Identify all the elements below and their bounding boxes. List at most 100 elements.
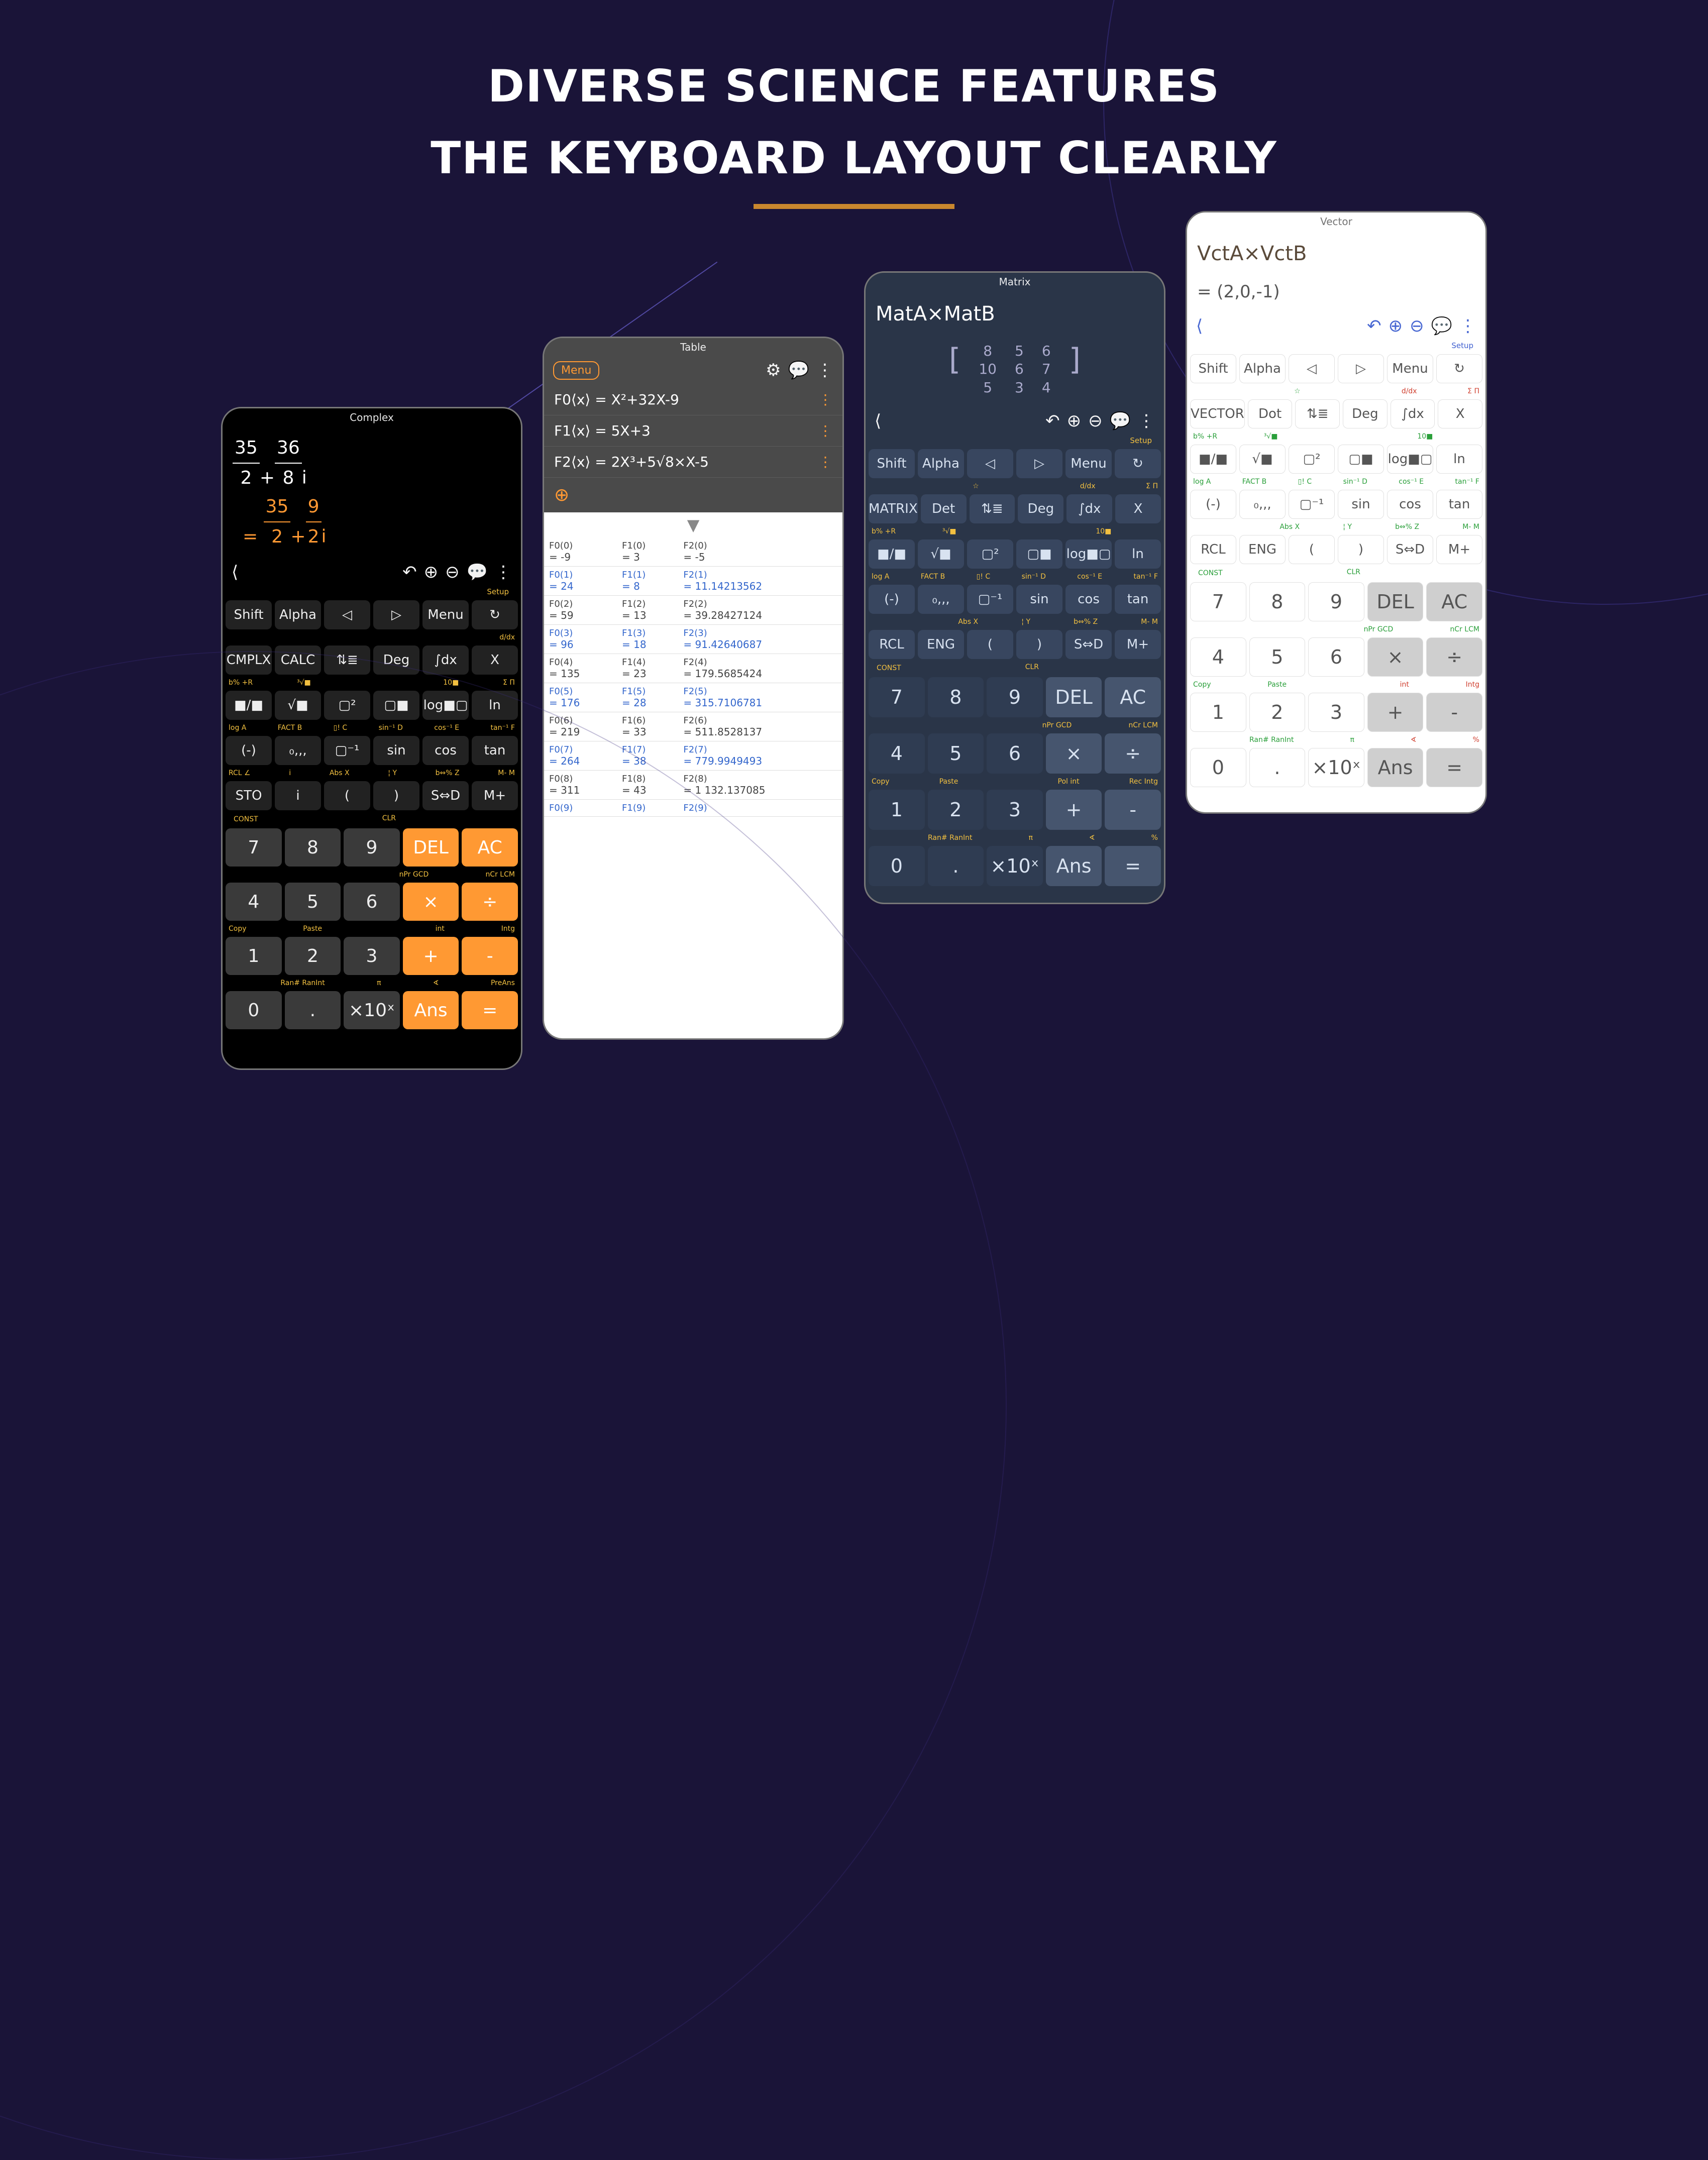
key-2[interactable]: 2 xyxy=(1249,693,1306,732)
key-ln[interactable]: ln xyxy=(1436,445,1482,474)
key-[interactable]: ÷ xyxy=(1105,733,1161,774)
key-alpha[interactable]: Alpha xyxy=(918,449,964,478)
key-0[interactable]: 0 xyxy=(1190,748,1246,787)
key-9[interactable]: 9 xyxy=(344,828,400,867)
key-[interactable]: ↻ xyxy=(472,600,518,629)
key-9[interactable]: 9 xyxy=(1308,582,1364,621)
back-icon[interactable]: ⟨ xyxy=(232,562,238,582)
key-[interactable]: ▢⁻¹ xyxy=(1289,490,1335,519)
key-[interactable]: ÷ xyxy=(1426,637,1482,677)
key-[interactable]: ▢² xyxy=(324,691,370,720)
key-[interactable]: . xyxy=(285,991,341,1029)
key-6[interactable]: 6 xyxy=(987,733,1043,774)
key-[interactable]: ↻ xyxy=(1115,449,1161,478)
key-x[interactable]: X xyxy=(472,645,518,675)
key-[interactable]: ₀,,, xyxy=(918,585,964,614)
key-[interactable]: - xyxy=(1426,693,1482,732)
key-[interactable]: - xyxy=(1105,790,1161,830)
key-[interactable]: ▷ xyxy=(1338,354,1384,383)
key-6[interactable]: 6 xyxy=(344,883,400,921)
key-[interactable]: ◁ xyxy=(967,449,1013,478)
key-menu[interactable]: Menu xyxy=(1065,449,1112,478)
key-[interactable]: √■ xyxy=(918,539,964,569)
chat-icon[interactable]: 💬 xyxy=(1431,316,1452,336)
key-[interactable]: . xyxy=(1249,748,1306,787)
key-i[interactable]: i xyxy=(275,781,321,810)
key-ans[interactable]: Ans xyxy=(1046,846,1102,886)
key-tan[interactable]: tan xyxy=(1436,490,1482,519)
key-[interactable]: ▢⁻¹ xyxy=(967,585,1013,614)
key-[interactable]: ) xyxy=(1338,535,1384,564)
key-2[interactable]: 2 xyxy=(285,937,341,975)
key-rcl[interactable]: RCL xyxy=(1190,535,1236,564)
key-ac[interactable]: AC xyxy=(1426,582,1482,621)
key-dx[interactable]: ∫dx xyxy=(422,645,469,675)
key-shift[interactable]: Shift xyxy=(869,449,915,478)
zoom-out-icon[interactable]: ⊖ xyxy=(1410,316,1424,336)
zoom-out-icon[interactable]: ⊖ xyxy=(1088,411,1103,431)
zoom-in-icon[interactable]: ⊕ xyxy=(424,562,439,582)
key-1[interactable]: 1 xyxy=(226,937,282,975)
key-7[interactable]: 7 xyxy=(869,677,925,717)
more-icon[interactable]: ⋮ xyxy=(818,391,832,408)
key-7[interactable]: 7 xyxy=(1190,582,1246,621)
key-5[interactable]: 5 xyxy=(1249,637,1306,677)
key-[interactable]: = xyxy=(1105,846,1161,886)
add-icon[interactable]: ⊕ xyxy=(554,485,569,505)
key-ln[interactable]: ln xyxy=(472,691,518,720)
key-rcl[interactable]: RCL xyxy=(869,630,915,659)
key-3[interactable]: 3 xyxy=(344,937,400,975)
key-[interactable]: ₀,,, xyxy=(1239,490,1286,519)
key-del[interactable]: DEL xyxy=(403,828,459,867)
key-eng[interactable]: ENG xyxy=(918,630,964,659)
key-4[interactable]: 4 xyxy=(869,733,925,774)
key-[interactable]: (-) xyxy=(226,736,272,765)
key-9[interactable]: 9 xyxy=(987,677,1043,717)
key-3[interactable]: 3 xyxy=(1308,693,1364,732)
key-deg[interactable]: Deg xyxy=(373,645,419,675)
key-[interactable]: ) xyxy=(1016,630,1062,659)
zoom-in-icon[interactable]: ⊕ xyxy=(1067,411,1082,431)
equation-row[interactable]: F1⟨x⟩ = 5X+3⋮ xyxy=(544,415,842,447)
key-1[interactable]: 1 xyxy=(869,790,925,830)
key-deg[interactable]: Deg xyxy=(1018,494,1063,523)
key-[interactable]: ■/■ xyxy=(226,691,272,720)
key-cos[interactable]: cos xyxy=(1065,585,1112,614)
key-[interactable]: ↻ xyxy=(1436,354,1482,383)
key-8[interactable]: 8 xyxy=(285,828,341,867)
key-sd[interactable]: S⇔D xyxy=(1387,535,1433,564)
key-4[interactable]: 4 xyxy=(1190,637,1246,677)
key-[interactable]: ▢² xyxy=(967,539,1013,569)
key-6[interactable]: 6 xyxy=(1308,637,1364,677)
key-[interactable]: = xyxy=(1426,748,1482,787)
key-del[interactable]: DEL xyxy=(1046,677,1102,717)
key-10[interactable]: ×10ˣ xyxy=(1308,748,1364,787)
key-[interactable]: ■/■ xyxy=(1190,445,1236,474)
key-[interactable]: + xyxy=(1367,693,1424,732)
key-[interactable]: √■ xyxy=(275,691,321,720)
key-0[interactable]: 0 xyxy=(869,846,925,886)
collapse-icon[interactable]: ▼ xyxy=(544,512,842,537)
key-m[interactable]: M+ xyxy=(1436,535,1482,564)
key-[interactable]: = xyxy=(462,991,518,1029)
key-3[interactable]: 3 xyxy=(987,790,1043,830)
key-[interactable]: ( xyxy=(1289,535,1335,564)
key-ans[interactable]: Ans xyxy=(1367,748,1424,787)
key-m[interactable]: M+ xyxy=(1115,630,1161,659)
key-[interactable]: + xyxy=(1046,790,1102,830)
more-icon[interactable]: ⋮ xyxy=(495,562,512,582)
key-matrix[interactable]: MATRIX xyxy=(869,494,918,523)
key-[interactable]: ÷ xyxy=(462,883,518,921)
more-icon[interactable]: ⋮ xyxy=(816,360,833,380)
key-[interactable]: ⇅≣ xyxy=(324,645,370,675)
back-icon[interactable]: ⟨ xyxy=(1196,316,1203,336)
key-x[interactable]: X xyxy=(1438,399,1482,428)
key-sd[interactable]: S⇔D xyxy=(422,781,469,810)
key-[interactable]: ▢■ xyxy=(1338,445,1384,474)
key-log[interactable]: log■▢ xyxy=(1387,445,1433,474)
key-deg[interactable]: Deg xyxy=(1343,399,1387,428)
key-4[interactable]: 4 xyxy=(226,883,282,921)
key-5[interactable]: 5 xyxy=(285,883,341,921)
key-8[interactable]: 8 xyxy=(928,677,984,717)
key-cos[interactable]: cos xyxy=(1387,490,1433,519)
